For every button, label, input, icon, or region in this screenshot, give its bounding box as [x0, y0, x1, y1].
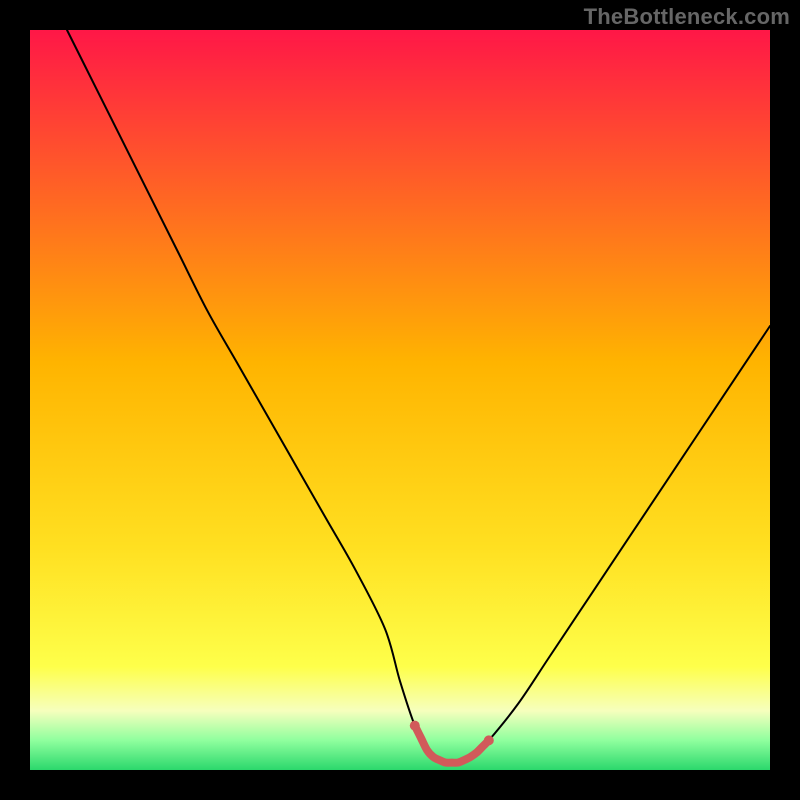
optimal-range-start-dot — [410, 721, 420, 731]
gradient-background — [30, 30, 770, 770]
watermark-text: TheBottleneck.com — [584, 4, 790, 30]
chart-stage: TheBottleneck.com — [0, 0, 800, 800]
plot-frame — [30, 30, 770, 770]
bottleneck-plot — [30, 30, 770, 770]
optimal-range-end-dot — [484, 735, 494, 745]
